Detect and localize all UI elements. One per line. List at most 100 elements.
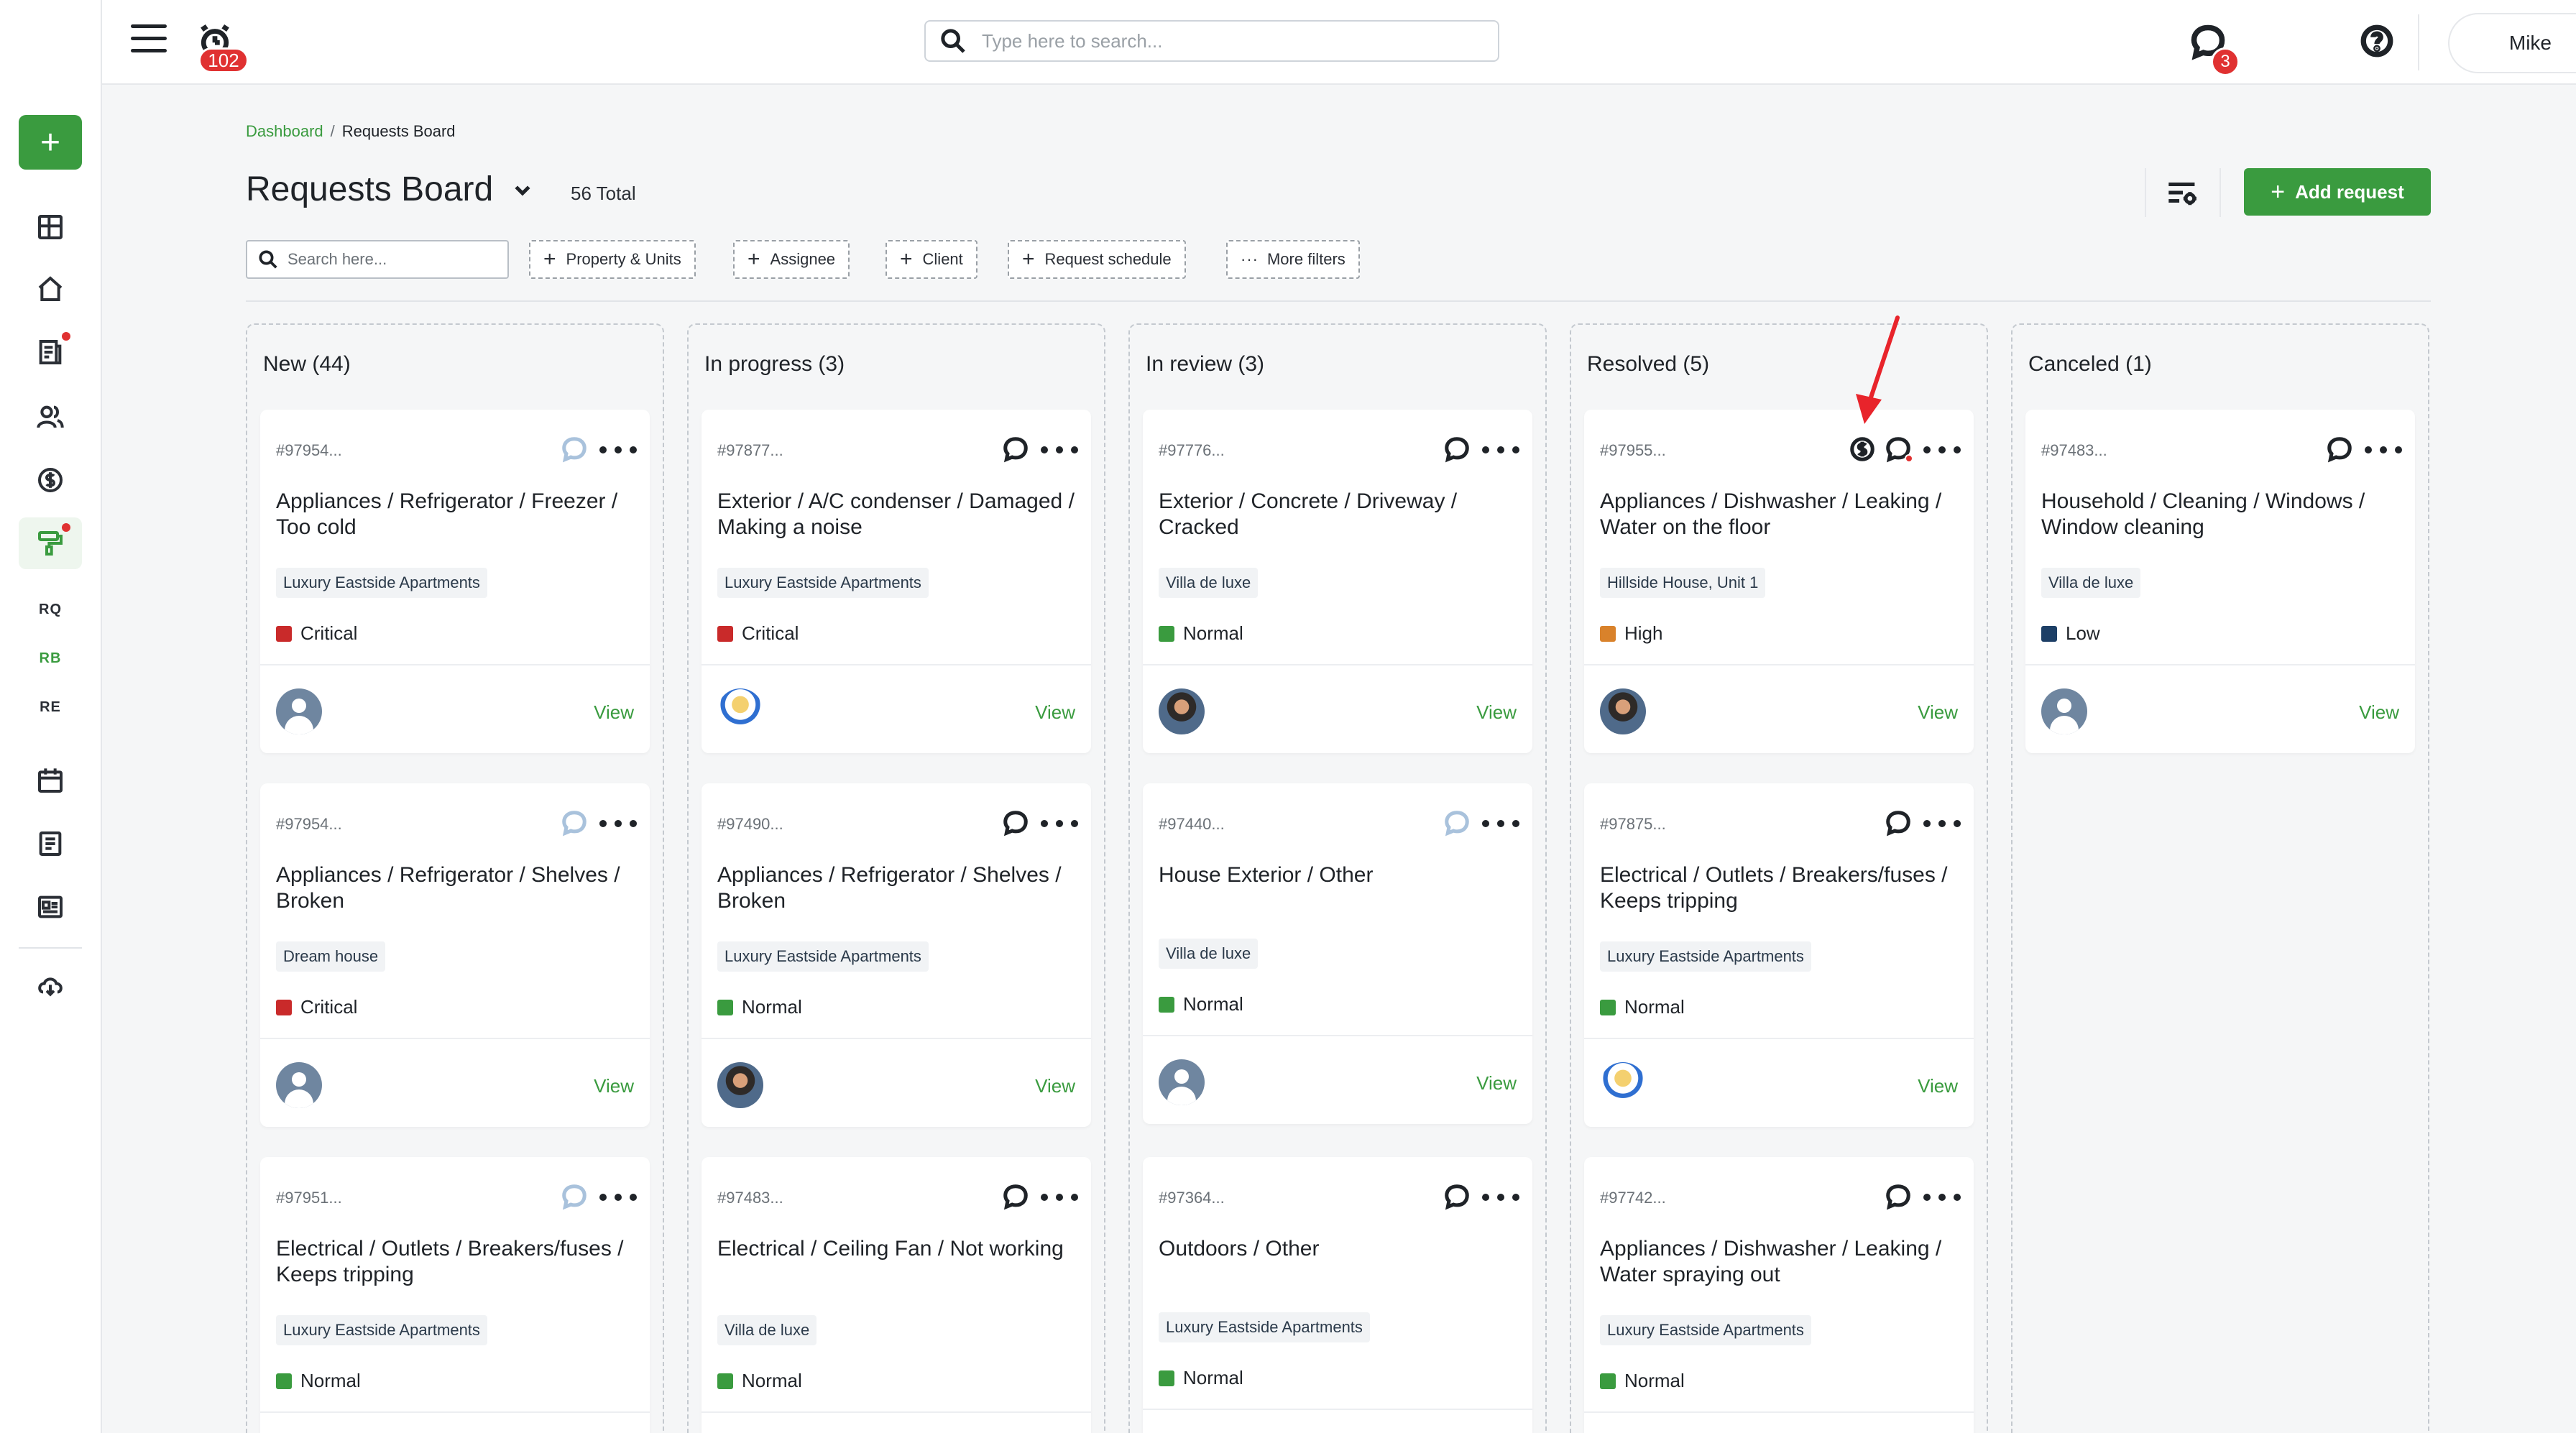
comment-icon[interactable]: [1885, 1183, 1913, 1212]
comment-icon[interactable]: [561, 436, 589, 464]
more-options-icon[interactable]: [1923, 809, 1961, 838]
comment-icon[interactable]: [1002, 1183, 1031, 1212]
quick-add-button[interactable]: +: [19, 115, 82, 170]
download-icon[interactable]: [19, 960, 82, 1012]
help-icon[interactable]: [2359, 23, 2396, 60]
priority: Normal: [1600, 1370, 1685, 1392]
view-link[interactable]: View: [2359, 701, 2399, 724]
breadcrumb-dashboard-link[interactable]: Dashboard: [246, 122, 323, 140]
paint-roller-icon[interactable]: [19, 517, 82, 569]
property-tag: Luxury Eastside Apartments: [1600, 941, 1811, 972]
comment-icon[interactable]: [561, 1183, 589, 1212]
more-options-icon[interactable]: [599, 436, 637, 464]
property-tag: Dream house: [276, 941, 386, 972]
assignee-avatar: [1600, 1062, 1646, 1108]
request-card[interactable]: #97483... Electrical / Ceiling Fan / Not…: [702, 1157, 1091, 1433]
request-title: Appliances / Refrigerator / Freezer / To…: [276, 489, 618, 539]
comment-icon[interactable]: [1443, 1183, 1472, 1212]
topbar: 102 3 Mike: [102, 0, 2576, 85]
reports-icon[interactable]: [19, 326, 82, 378]
comment-icon[interactable]: [1002, 436, 1031, 464]
filter-property-units[interactable]: + Property & Units: [529, 240, 696, 279]
comment-icon[interactable]: [2326, 436, 2355, 464]
priority-label: Normal: [742, 996, 802, 1018]
column-in-review: In review (3) #97776... Exterior / Concr…: [1128, 323, 1547, 1433]
comment-icon[interactable]: [1002, 809, 1031, 838]
assignee-avatar: [717, 1062, 763, 1108]
filter-assignee[interactable]: + Assignee: [733, 240, 850, 279]
request-card[interactable]: #97483... Household / Cleaning / Windows…: [2025, 410, 2415, 753]
global-search-input[interactable]: [982, 29, 1471, 52]
view-link[interactable]: View: [1918, 1075, 1958, 1097]
filter-more[interactable]: ··· More filters: [1226, 240, 1360, 279]
priority-swatch: [1600, 1373, 1616, 1389]
document-icon[interactable]: [19, 818, 82, 870]
request-card[interactable]: #97954... Appliances / Refrigerator / Sh…: [260, 783, 650, 1127]
comment-icon[interactable]: [1443, 809, 1472, 838]
request-card[interactable]: #97776... Exterior / Concrete / Driveway…: [1143, 410, 1532, 753]
request-card[interactable]: #97877... Exterior / A/C condenser / Dam…: [702, 410, 1091, 753]
request-card[interactable]: #97440... House Exterior / Other Villa d…: [1143, 783, 1532, 1124]
view-link[interactable]: View: [1918, 701, 1958, 724]
comment-icon[interactable]: [1885, 809, 1913, 838]
request-card[interactable]: #97490... Appliances / Refrigerator / Sh…: [702, 783, 1091, 1127]
card-divider: [260, 1411, 650, 1413]
request-title: Electrical / Outlets / Breakers/fuses / …: [1600, 863, 1948, 913]
board-search-input[interactable]: [288, 250, 503, 269]
menu-toggle-button[interactable]: [131, 24, 167, 57]
comment-icon[interactable]: [1443, 436, 1472, 464]
shortcut-re[interactable]: RE: [19, 686, 82, 729]
view-link[interactable]: View: [1035, 701, 1075, 724]
property-tag: Luxury Eastside Apartments: [1159, 1312, 1370, 1342]
more-options-icon[interactable]: [1923, 1183, 1961, 1212]
comment-icon[interactable]: [561, 809, 589, 838]
card-divider: [1584, 664, 1974, 665]
board-selector[interactable]: Requests Board: [246, 170, 533, 209]
view-link[interactable]: View: [594, 1075, 634, 1097]
view-settings-button[interactable]: [2145, 168, 2221, 217]
request-card[interactable]: #97955... Appliances / Dishwasher / Leak…: [1584, 410, 1974, 753]
more-options-icon[interactable]: [1041, 1183, 1078, 1212]
priority-label: Normal: [1183, 993, 1243, 1015]
dashboard-icon[interactable]: [19, 201, 82, 253]
more-options-icon[interactable]: [1923, 436, 1961, 464]
more-options-icon[interactable]: [1482, 809, 1519, 838]
more-options-icon[interactable]: [1041, 809, 1078, 838]
column-title: In review (3): [1146, 352, 1265, 376]
user-menu[interactable]: Mike: [2448, 13, 2576, 73]
list-card-icon[interactable]: [19, 881, 82, 933]
more-options-icon[interactable]: [1482, 1183, 1519, 1212]
dollar-icon[interactable]: [19, 454, 82, 506]
request-card[interactable]: #97364... Outdoors / Other Luxury Eastsi…: [1143, 1157, 1532, 1433]
shortcut-rq[interactable]: RQ: [19, 588, 82, 631]
home-icon[interactable]: [19, 263, 82, 315]
view-link[interactable]: View: [1476, 701, 1517, 724]
more-options-icon[interactable]: [599, 809, 637, 838]
view-link[interactable]: View: [594, 701, 634, 724]
shortcut-rb[interactable]: RB: [19, 637, 82, 680]
request-card[interactable]: #97951... Electrical / Outlets / Breaker…: [260, 1157, 650, 1433]
dollar-circle-icon[interactable]: [1849, 436, 1877, 464]
view-link[interactable]: View: [1035, 1075, 1075, 1097]
more-options-icon[interactable]: [1482, 436, 1519, 464]
request-card[interactable]: #97875... Electrical / Outlets / Breaker…: [1584, 783, 1974, 1127]
filter-request-schedule[interactable]: + Request schedule: [1008, 240, 1186, 279]
priority-swatch: [717, 625, 733, 642]
comment-icon[interactable]: [1885, 436, 1913, 464]
calendar-icon[interactable]: [19, 755, 82, 806]
request-card[interactable]: #97954... Appliances / Refrigerator / Fr…: [260, 410, 650, 753]
priority-label: Normal: [1183, 622, 1243, 644]
card-divider: [260, 1038, 650, 1039]
more-options-icon[interactable]: [1041, 436, 1078, 464]
request-card[interactable]: #97742... Appliances / Dishwasher / Leak…: [1584, 1157, 1974, 1433]
users-icon[interactable]: [19, 391, 82, 443]
more-options-icon[interactable]: [599, 1183, 637, 1212]
card-divider: [1143, 1409, 1532, 1410]
request-title: Exterior / A/C condenser / Damaged / Mak…: [717, 489, 1075, 539]
priority: Critical: [717, 622, 799, 645]
more-options-icon[interactable]: [2365, 436, 2402, 464]
view-link[interactable]: View: [1476, 1072, 1517, 1095]
filter-property-label: Property & Units: [566, 250, 681, 268]
filter-client[interactable]: + Client: [886, 240, 978, 279]
add-request-button[interactable]: + Add request: [2244, 168, 2431, 216]
